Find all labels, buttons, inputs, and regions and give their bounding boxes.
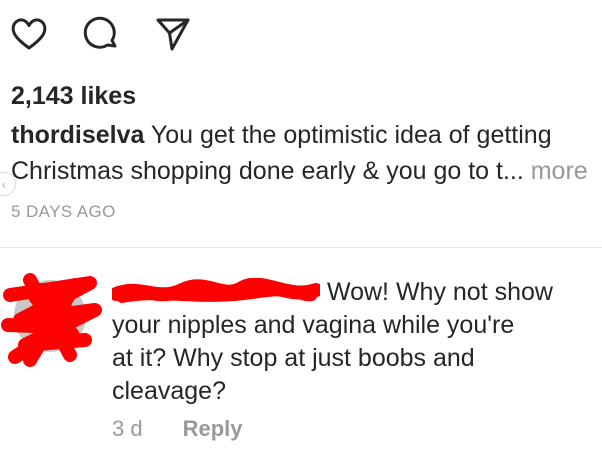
chevron-left-icon: ‹ <box>1 176 7 192</box>
reply-button[interactable]: Reply <box>183 416 243 442</box>
like-button[interactable] <box>10 15 48 53</box>
comment-age: 3 d <box>112 416 143 441</box>
post-timestamp: 5 DAYS AGO <box>11 202 116 221</box>
share-icon <box>156 18 190 51</box>
caption-text: Christmas shopping done early & you go t… <box>11 157 524 185</box>
more-link[interactable]: more <box>524 157 588 185</box>
caption-text: You get the optimistic idea of getting <box>144 121 552 149</box>
comment-username[interactable] <box>112 278 320 304</box>
comment-line: Wow! Why not show <box>112 276 592 309</box>
comment-button[interactable] <box>82 15 120 53</box>
comment-text-line: cleavage? <box>112 377 226 405</box>
comment-text-line: at it? Why stop at just boobs and <box>112 344 475 372</box>
comment-text: Wow! Why not show your nipples and vagin… <box>112 276 592 408</box>
comment-meta: 3 d Reply <box>112 416 243 442</box>
share-button[interactable] <box>154 15 192 53</box>
post-actions <box>10 14 226 54</box>
post-caption: thordiselva You get the optimistic idea … <box>11 117 602 189</box>
heart-icon <box>11 18 47 50</box>
comment-text-line: your nipples and vagina while you're <box>112 311 515 339</box>
caption-line: Christmas shopping done early & you go t… <box>11 153 602 189</box>
divider <box>0 247 602 248</box>
comment-icon <box>83 16 117 49</box>
redaction-scribble <box>1 273 102 367</box>
caption-line: thordiselva You get the optimistic idea … <box>11 117 602 153</box>
comment-text-line: Wow! Why not show <box>320 278 553 306</box>
likes-count[interactable]: 2,143 likes <box>11 82 136 111</box>
caption-username[interactable]: thordiselva <box>11 121 144 149</box>
redaction-scribble <box>112 278 320 304</box>
